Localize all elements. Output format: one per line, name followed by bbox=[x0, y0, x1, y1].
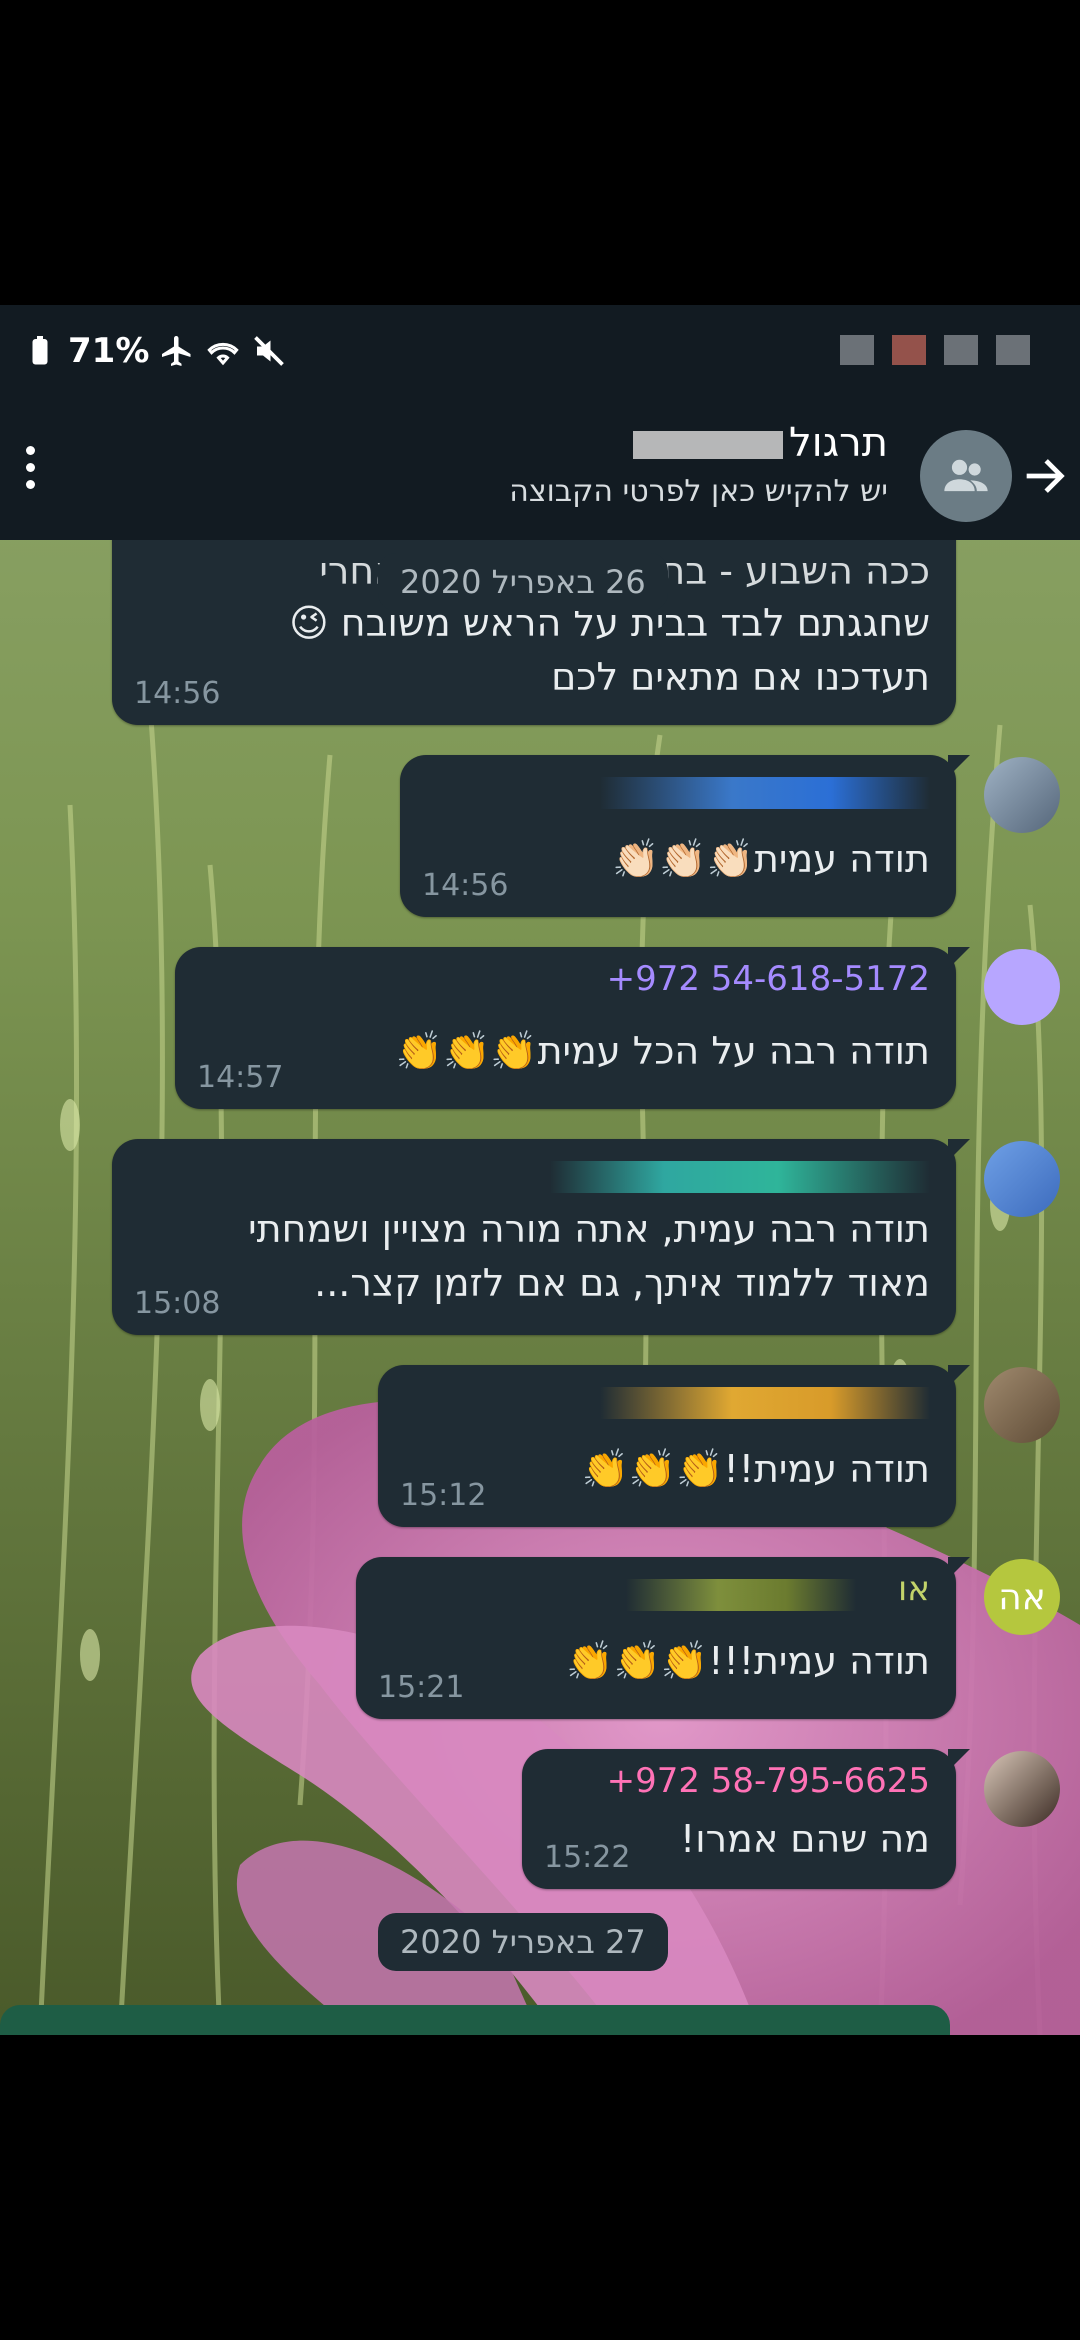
message-sender: +972 58-795-6625 bbox=[606, 1761, 930, 1801]
airplane-icon bbox=[162, 336, 191, 366]
message-text: תודה עמית!!!👏👏👏 bbox=[566, 1639, 930, 1683]
sender-blurred bbox=[600, 1387, 930, 1419]
group-icon[interactable] bbox=[920, 430, 1012, 522]
message-bubble[interactable]: תודה עמית!!👏👏👏 15:12 bbox=[378, 1365, 970, 1527]
avatar[interactable] bbox=[984, 757, 1060, 833]
date-chip: 27 באפריל 2020 bbox=[378, 1913, 668, 1971]
message-text: תודה רבה עמית, אתה מורה מצויין ושמחתי bbox=[248, 1207, 930, 1251]
wifi-icon bbox=[207, 342, 240, 366]
back-arrow-icon[interactable] bbox=[1018, 450, 1070, 502]
sender-blurred bbox=[600, 777, 930, 809]
avatar[interactable] bbox=[984, 1141, 1060, 1217]
avatar[interactable] bbox=[984, 1367, 1060, 1443]
message-time: 14:57 bbox=[197, 1060, 284, 1095]
message-bubble[interactable]: תודה עמית👏🏻👏🏻👏🏻 14:56 bbox=[400, 755, 970, 917]
message-text: מאוד ללמוד איתך, גם אם לזמן קצר... bbox=[314, 1261, 930, 1305]
message-time: 14:56 bbox=[422, 868, 509, 903]
group-title[interactable]: תרגול bbox=[633, 420, 888, 466]
message-time: 15:22 bbox=[544, 1840, 631, 1875]
sender-blurred bbox=[626, 1579, 856, 1611]
chat-screen: 71% תרגול יש להקיש כאן לפרטי הקבוצה ככה … bbox=[0, 305, 1080, 2035]
more-vert-icon[interactable] bbox=[12, 446, 48, 506]
avatar[interactable] bbox=[984, 949, 1060, 1025]
unread-banner[interactable] bbox=[0, 2005, 950, 2035]
group-subtitle[interactable]: יש להקיש כאן לפרטי הקבוצה bbox=[509, 474, 888, 509]
status-icons-blurred bbox=[840, 335, 1030, 365]
message-text: תודה עמית!!👏👏👏 bbox=[581, 1447, 930, 1491]
date-chip: 26 באפריל 2020 bbox=[378, 553, 668, 611]
avatar-initials: אה bbox=[998, 1576, 1046, 1618]
message-text: מה שהם אמרו! bbox=[679, 1817, 930, 1861]
message-time: 15:12 bbox=[400, 1478, 487, 1513]
message-text: תודה רבה על הכל עמית👏👏👏 bbox=[395, 1029, 930, 1073]
avatar[interactable] bbox=[984, 1751, 1060, 1827]
message-time: 14:56 bbox=[134, 676, 221, 711]
message-sender: או bbox=[898, 1569, 930, 1609]
status-bar: 71% bbox=[0, 305, 1080, 410]
battery-percent: 71% bbox=[68, 331, 150, 371]
sender-blurred bbox=[550, 1161, 930, 1193]
message-text: תעדכנו אם מתאים לכם bbox=[551, 655, 930, 699]
message-time: 15:08 bbox=[134, 1286, 221, 1321]
chat-header[interactable]: תרגול יש להקיש כאן לפרטי הקבוצה bbox=[0, 410, 1080, 540]
message-time: 15:21 bbox=[378, 1670, 465, 1705]
message-bubble[interactable]: תודה רבה עמית, אתה מורה מצויין ושמחתי מא… bbox=[112, 1139, 970, 1335]
message-bubble[interactable]: +972 58-795-6625 מה שהם אמרו! 15:22 bbox=[522, 1749, 970, 1889]
avatar[interactable]: אה bbox=[984, 1559, 1060, 1635]
battery-icon bbox=[32, 336, 48, 365]
message-sender: +972 54-618-5172 bbox=[606, 959, 930, 999]
message-bubble[interactable]: או תודה עמית!!!👏👏👏 15:21 bbox=[356, 1557, 970, 1719]
message-text: תודה עמית👏🏻👏🏻👏🏻 bbox=[612, 837, 930, 881]
mute-icon bbox=[254, 336, 285, 366]
message-bubble[interactable]: +972 54-618-5172 תודה רבה על הכל עמית👏👏👏… bbox=[175, 947, 970, 1109]
